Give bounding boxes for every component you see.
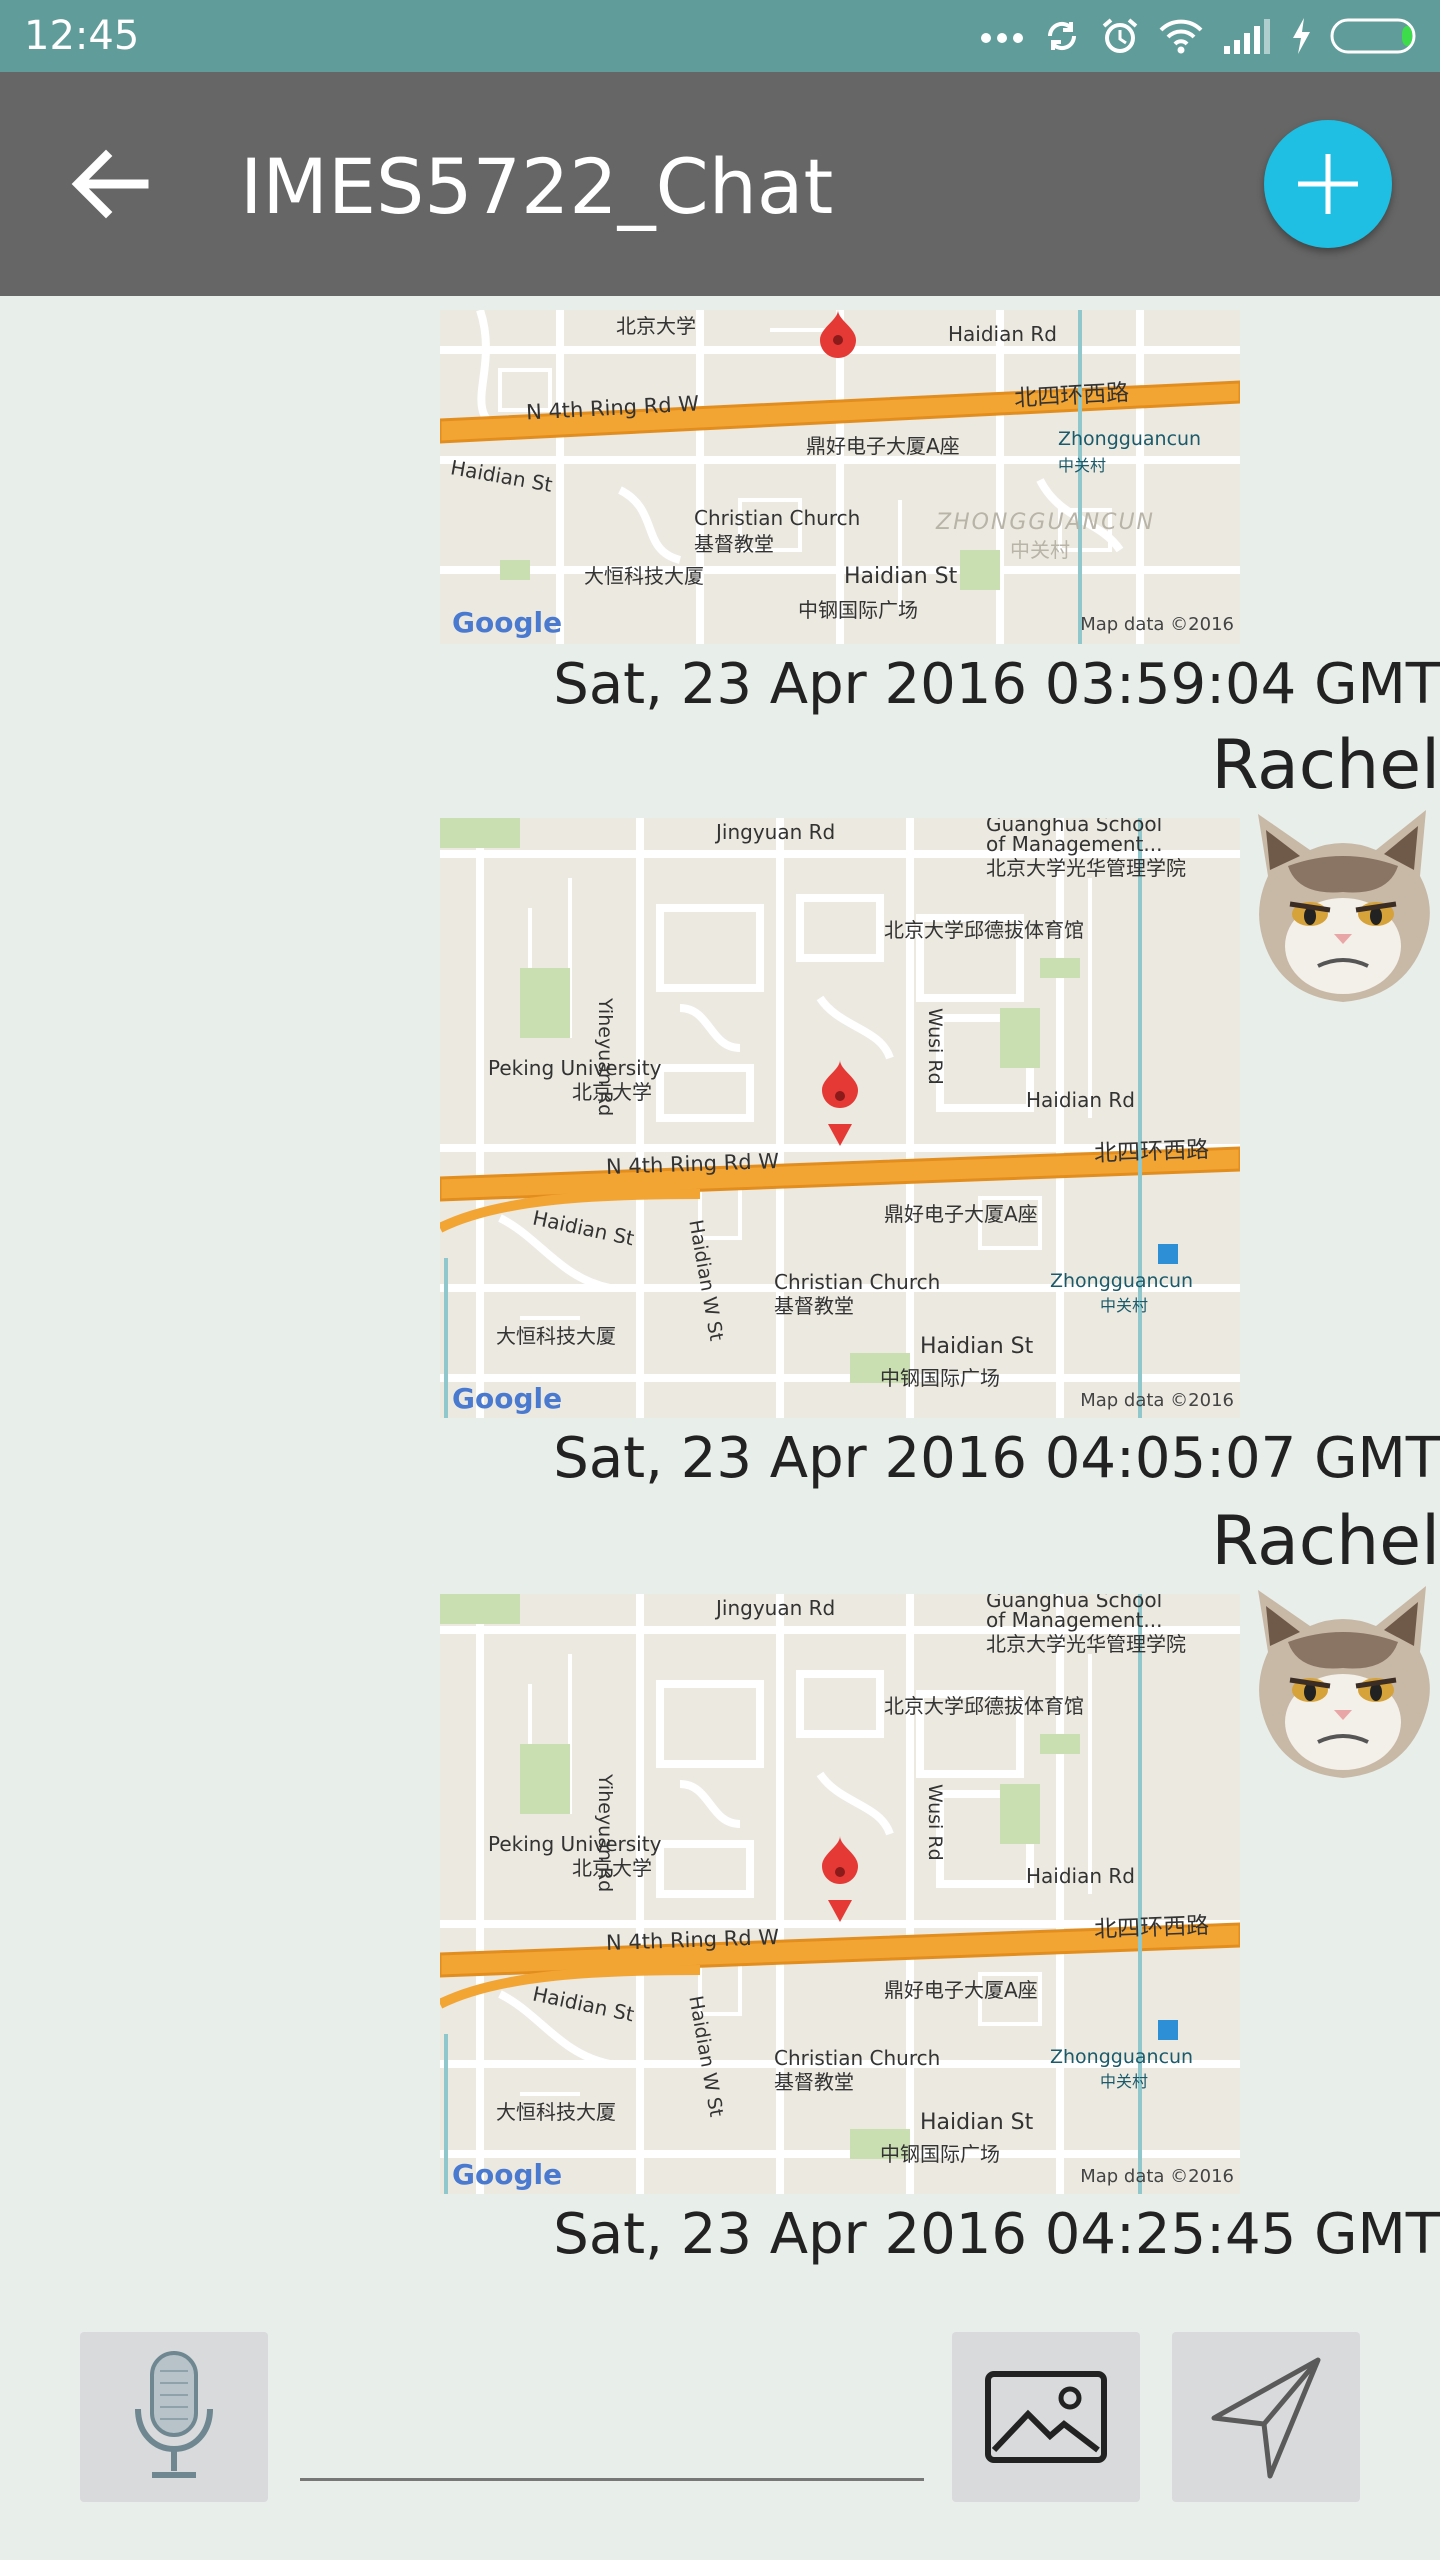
map-label: Jingyuan Rd [716,820,836,844]
map-label: Haidian St [920,2110,1034,2135]
sender-name: Rachel [1211,726,1440,805]
map-label: 北京大学邱德拔体育馆 [884,918,1084,942]
map-label: Zhongguancun [1050,1270,1194,1292]
alarm-icon [1102,18,1138,53]
map-label: 鼎好电子大厦A座 [884,1978,1038,2002]
map-copyright: Map data ©2016 [1080,614,1234,635]
message-input[interactable] [300,2406,924,2481]
map-label: Wusi Rd [924,1008,946,1085]
back-button[interactable] [60,134,160,234]
signal-icon [1224,19,1270,54]
map-copyright: Map data ©2016 [1080,1390,1234,1411]
wifi-icon [1159,19,1203,54]
message-timestamp: Sat, 23 Apr 2016 04:25:45 GMT [553,2202,1440,2267]
map-label: 中关村 [1100,1296,1149,1315]
map-label: Haidian St [920,1334,1034,1359]
map-label: 大恒科技大厦 [496,1324,616,1348]
app-bar: IMES5722_Chat [0,72,1440,296]
battery-icon [1330,18,1416,54]
map-label: 大恒科技大厦 [584,564,704,588]
charging-icon [1293,18,1310,54]
message-composer [0,2286,1440,2560]
map-label: Zhongguancun [1058,428,1202,450]
cat-avatar-icon [1258,810,1430,1002]
map-label: Wusi Rd [924,1784,946,1861]
message-item: Rachel Jingyuan Rd Guanghua School of Ma… [0,1502,1440,2278]
add-button[interactable] [1264,120,1392,248]
map-copyright: Map data ©2016 [1080,2166,1234,2187]
plus-icon [1298,154,1358,214]
map-label: ZHONGGUANCUN [936,510,1156,535]
map-label: Haidian Rd [1026,1864,1135,1888]
sender-name: Rachel [1211,1502,1440,1581]
status-time: 12:45 [24,13,140,59]
google-logo: Google [452,2158,563,2191]
more-dots-icon [981,33,1023,43]
map-label: 北四环西路 [1093,1912,1210,1943]
message-timestamp: Sat, 23 Apr 2016 03:59:04 GMT [553,652,1440,717]
map-image[interactable]: Jingyuan Rd Guanghua School of Managemen… [440,1594,1240,2194]
map-label: 北京大学 [572,1080,652,1104]
map-label: 基督教堂 [774,1294,854,1318]
map-label: 大恒科技大厦 [496,2100,616,2124]
google-logo: Google [452,606,563,639]
avatar[interactable] [1248,1582,1438,1782]
message-item: 北京大学 Haidian Rd N 4th Ring Rd W 北四环西路 鼎好… [0,296,1440,726]
cat-avatar-icon [1258,1586,1430,1778]
voice-button[interactable] [80,2332,268,2502]
map-label: 中关村 [1100,2072,1149,2091]
map-label: 基督教堂 [774,2070,854,2094]
map-label: 北京大学 [572,1856,652,1880]
map-label: 北京大学邱德拔体育馆 [884,1694,1084,1718]
map-label: 鼎好电子大厦A座 [806,434,960,458]
map-label: 鼎好电子大厦A座 [884,1202,1038,1226]
map-label: 中关村 [1058,456,1107,475]
map-image[interactable]: 北京大学 Haidian Rd N 4th Ring Rd W 北四环西路 鼎好… [440,310,1240,644]
map-label: 中钢国际广场 [880,1366,1000,1390]
avatar[interactable] [1248,806,1438,1006]
map-label: Christian Church [694,506,861,530]
map-label: 北京大学光华管理学院 [986,1632,1186,1656]
map-label: 北京大学 [616,314,696,338]
map-label: Haidian Rd [948,322,1057,346]
status-icons [980,10,1420,62]
map-label: 中钢国际广场 [880,2142,1000,2166]
microphone-icon [135,2351,213,2478]
google-logo: Google [452,1382,563,1415]
send-button[interactable] [1172,2332,1360,2502]
map-label: Haidian St [844,564,958,589]
map-label: 中关村 [1010,538,1070,562]
message-timestamp: Sat, 23 Apr 2016 04:05:07 GMT [553,1426,1440,1491]
map-label: 北京大学光华管理学院 [986,856,1186,880]
send-icon [1211,2357,1321,2479]
map-label: 中钢国际广场 [798,598,918,622]
arrow-left-icon [71,149,149,219]
map-label: 基督教堂 [694,532,774,556]
sync-icon [1047,21,1077,51]
map-image[interactable]: Jingyuan Rd Guanghua School of Managemen… [440,818,1240,1418]
status-bar: 12:45 [0,0,1440,72]
map-label: Jingyuan Rd [716,1596,836,1620]
attach-image-button[interactable] [952,2332,1140,2502]
map-label: Zhongguancun [1050,2046,1194,2068]
message-list[interactable]: 北京大学 Haidian Rd N 4th Ring Rd W 北四环西路 鼎好… [0,296,1440,2286]
message-item: Rachel Jingyuan Rd Guanghua School of Ma… [0,726,1440,1502]
map-label: 北四环西路 [1013,380,1130,412]
image-icon [985,2371,1107,2463]
map-label: Haidian Rd [1026,1088,1135,1112]
map-label: 北四环西路 [1093,1136,1210,1167]
page-title: IMES5722_Chat [240,142,834,231]
